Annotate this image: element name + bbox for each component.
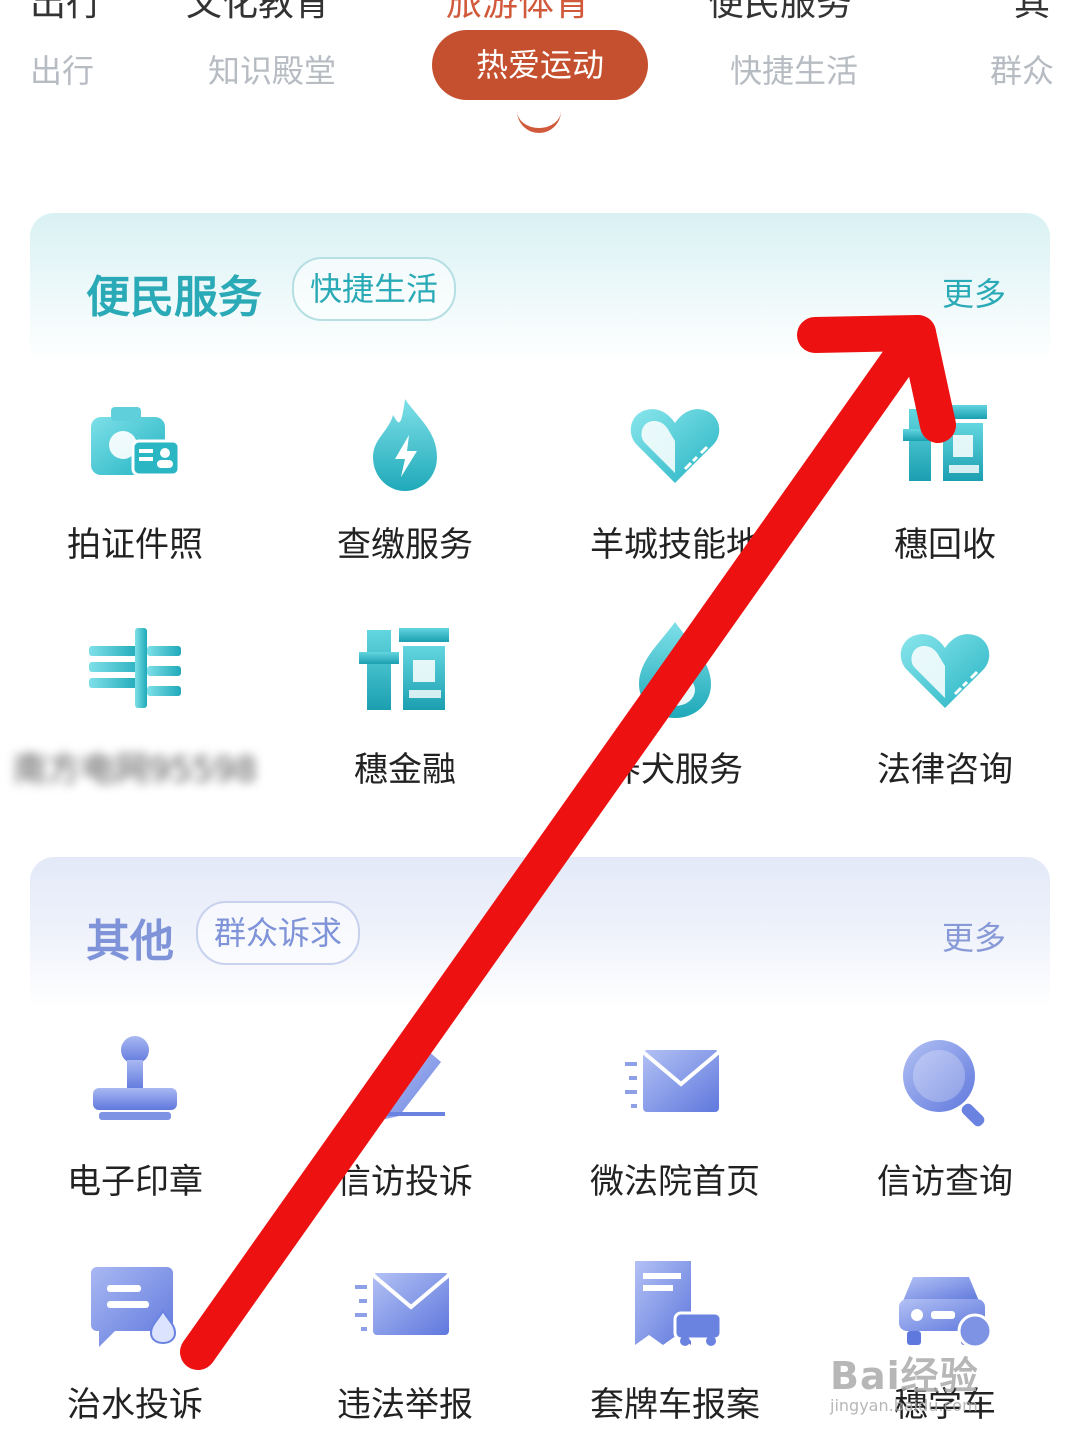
service-item[interactable]: 电子印章 xyxy=(0,1032,270,1222)
section-header-other: 其他 群众诉求 更多 xyxy=(30,857,1050,1007)
heart-ruler-icon xyxy=(900,634,990,708)
driving-school-icon xyxy=(899,1277,993,1349)
more-link[interactable]: 更多 xyxy=(942,913,1006,959)
tab-primary-1[interactable]: 文化教育 xyxy=(186,0,330,26)
section-tag[interactable]: 快捷生活 xyxy=(292,257,457,321)
search-visit-icon xyxy=(903,1040,985,1127)
secondary-category-tabs: 出行 知识殿堂 热爱运动 快捷生活 群众 xyxy=(0,30,1080,110)
service-label: 穗回收 xyxy=(894,525,996,565)
envelope-icon xyxy=(625,1050,721,1112)
water-chat-icon xyxy=(91,1267,177,1347)
section-title: 其他 xyxy=(86,916,174,967)
service-item[interactable]: 羊城技能地 xyxy=(540,395,810,585)
service-item[interactable]: 套牌车报案 xyxy=(540,1255,810,1445)
service-label: 套牌车报案 xyxy=(590,1385,760,1425)
tab-primary-0[interactable]: 出行 xyxy=(30,0,102,26)
dog-service-icon xyxy=(639,622,711,718)
sui-finance-icon xyxy=(359,628,449,710)
service-label: 拍证件照 xyxy=(67,525,203,565)
car-report-icon xyxy=(635,1261,723,1346)
service-item[interactable]: 微法院首页 xyxy=(540,1032,810,1222)
service-item[interactable]: 信访投诉 xyxy=(270,1032,540,1222)
service-label: 穗学车 xyxy=(894,1385,996,1425)
service-label: 电子印章 xyxy=(67,1162,203,1202)
tab-secondary-3[interactable]: 快捷生活 xyxy=(730,46,858,92)
service-item[interactable]: 穗学车 xyxy=(810,1255,1080,1445)
service-item[interactable]: 拍证件照 xyxy=(0,395,270,585)
tab-secondary-1[interactable]: 知识殿堂 xyxy=(208,46,336,92)
service-item[interactable]: 穗金融 xyxy=(270,620,540,810)
tab-primary-4[interactable]: 其 xyxy=(1014,0,1050,26)
stamp-icon xyxy=(93,1036,177,1120)
section-header-convenience: 便民服务 快捷生活 更多 xyxy=(30,213,1050,363)
flame-bolt-icon xyxy=(373,399,437,491)
service-item[interactable]: 养犬服务 xyxy=(540,620,810,810)
camera-id-icon xyxy=(91,407,181,477)
service-item[interactable]: 法律咨询 xyxy=(810,620,1080,810)
complaint-pen-icon xyxy=(381,1050,445,1120)
service-label: 查缴服务 xyxy=(337,525,473,565)
service-label: 治水投诉 xyxy=(67,1385,203,1425)
service-item[interactable]: 查缴服务 xyxy=(270,395,540,585)
service-label: 法律咨询 xyxy=(877,750,1013,790)
heart-ruler-icon xyxy=(630,409,720,483)
service-label: 违法举报 xyxy=(337,1385,473,1425)
service-label: 养犬服务 xyxy=(607,750,743,790)
primary-category-tabs: 出行 文化教育 旅游体育 便民服务 其 xyxy=(0,0,1080,24)
service-label: 信访查询 xyxy=(877,1162,1013,1202)
sui-recycle-icon xyxy=(903,405,987,481)
active-tab-indicator xyxy=(517,106,561,133)
service-label: 穗金融 xyxy=(354,750,456,790)
more-link[interactable]: 更多 xyxy=(942,269,1006,315)
power-grid-icon xyxy=(89,628,181,708)
tab-secondary-4[interactable]: 群众 xyxy=(990,46,1054,92)
section-tag[interactable]: 群众诉求 xyxy=(196,901,361,965)
tab-primary-3[interactable]: 便民服务 xyxy=(708,0,852,26)
service-label: 羊城技能地 xyxy=(590,525,760,565)
tab-primary-2[interactable]: 旅游体育 xyxy=(446,0,590,26)
envelope-icon xyxy=(355,1273,451,1335)
tab-secondary-2-active[interactable]: 热爱运动 xyxy=(432,30,648,100)
service-item[interactable]: 穗回收 xyxy=(810,395,1080,585)
service-item[interactable]: 信访查询 xyxy=(810,1032,1080,1222)
service-label: 南方电网95598 xyxy=(12,750,258,790)
tab-secondary-0[interactable]: 出行 xyxy=(30,46,94,92)
service-item[interactable]: 违法举报 xyxy=(270,1255,540,1445)
service-item[interactable]: 治水投诉 xyxy=(0,1255,270,1445)
service-item[interactable]: 南方电网95598 xyxy=(0,620,270,810)
service-label: 信访投诉 xyxy=(337,1162,473,1202)
section-title: 便民服务 xyxy=(86,272,262,323)
service-label: 微法院首页 xyxy=(590,1162,760,1202)
